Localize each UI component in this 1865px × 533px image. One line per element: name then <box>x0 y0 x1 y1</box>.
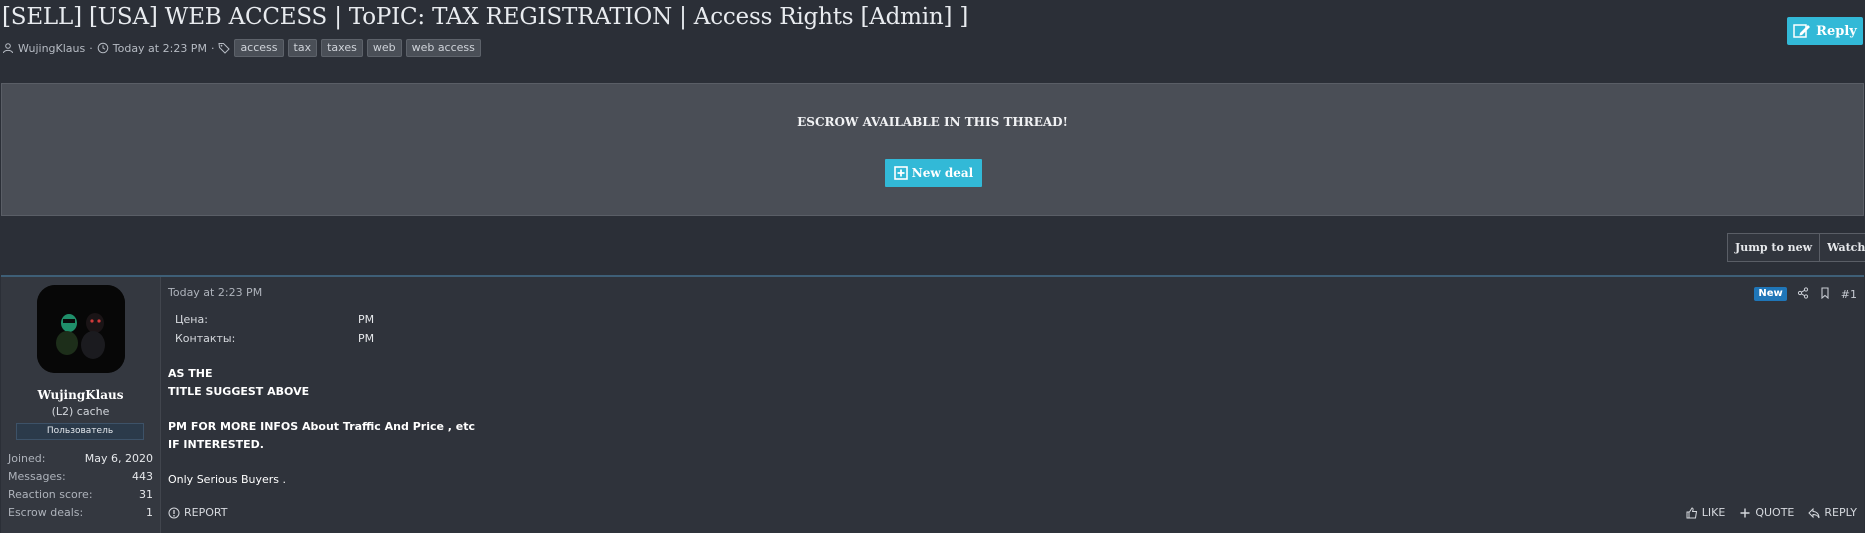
stat-joined: Joined: May 6, 2020 <box>8 450 153 468</box>
tag[interactable]: taxes <box>321 39 363 57</box>
clock-icon <box>97 42 109 54</box>
report-label: REPORT <box>184 506 228 519</box>
stat-value: 443 <box>132 470 153 483</box>
post: WujingKlaus (L2) cache Пользователь Join… <box>1 275 1864 533</box>
plus-icon <box>1740 508 1750 517</box>
reply-button-label: Reply <box>1816 23 1857 39</box>
thread-meta: WujingKlaus · Today at 2:23 PM · access … <box>2 39 481 57</box>
post-date[interactable]: Today at 2:23 PM <box>168 286 262 299</box>
like-button[interactable]: LIKE <box>1686 506 1726 519</box>
reply-arrow-icon <box>1808 507 1820 518</box>
stat-escrow-deals: Escrow deals: 1 <box>8 504 153 522</box>
reply-post-button[interactable]: REPLY <box>1808 506 1857 519</box>
stat-value: 1 <box>146 506 153 519</box>
thread-author[interactable]: WujingKlaus <box>18 42 85 55</box>
post-user-cell: WujingKlaus (L2) cache Пользователь Join… <box>1 277 161 533</box>
escrow-panel: ESCROW AVAILABLE IN THIS THREAD! New dea… <box>1 83 1864 216</box>
user-icon <box>2 42 14 54</box>
reply-label: REPLY <box>1824 506 1857 519</box>
tag[interactable]: access <box>234 39 284 57</box>
field-contacts: Контакты: PM <box>175 329 374 348</box>
reply-button[interactable]: Reply <box>1787 17 1863 45</box>
tag[interactable]: tax <box>287 39 318 57</box>
post-footer-actions: LIKE QUOTE REPLY <box>1686 506 1857 519</box>
body-line: IF INTERESTED. <box>168 438 264 451</box>
new-deal-button[interactable]: New deal <box>885 159 982 187</box>
stat-value: 31 <box>139 488 153 501</box>
stat-label: Messages: <box>8 470 66 483</box>
thread-title: [SELL] [USA] WEB ACCESS | ToPIC: TAX REG… <box>2 4 969 30</box>
like-label: LIKE <box>1701 506 1726 519</box>
field-value: PM <box>358 313 375 326</box>
thread-date[interactable]: Today at 2:23 PM <box>113 42 207 55</box>
avatar[interactable] <box>37 285 125 373</box>
share-icon[interactable] <box>1797 286 1809 302</box>
post-number[interactable]: #1 <box>1841 288 1857 301</box>
field-value: PM <box>358 332 375 345</box>
body-line: PM FOR MORE INFOS About Traffic And Pric… <box>168 420 476 433</box>
post-footer: REPORT LIKE QUOTE REPLY <box>168 506 1857 522</box>
quote-button[interactable]: QUOTE <box>1739 506 1794 519</box>
post-content: Today at 2:23 PM New #1 Цена: PM Контакт… <box>161 277 1864 533</box>
user-stats: Joined: May 6, 2020 Messages: 443 Reacti… <box>8 450 153 522</box>
field-label: Контакты: <box>175 332 236 345</box>
thread-controls: Jump to new Watch <box>1727 233 1865 262</box>
tag[interactable]: web <box>366 39 402 57</box>
stat-label: Reaction score: <box>8 488 93 501</box>
meta-separator: · <box>210 41 215 55</box>
user-group-badge: Пользователь <box>16 423 144 440</box>
stat-label: Joined: <box>8 452 46 465</box>
field-label: Цена: <box>175 313 208 326</box>
stat-reaction-score: Reaction score: 31 <box>8 486 153 504</box>
post-username[interactable]: WujingKlaus <box>1 388 160 402</box>
tags-icon <box>218 42 231 54</box>
tag[interactable]: web access <box>405 39 481 57</box>
thumbs-up-icon <box>1686 506 1697 518</box>
quote-label: QUOTE <box>1755 506 1795 519</box>
new-deal-label: New deal <box>911 166 974 180</box>
body-line: Only Serious Buyers . <box>168 473 286 486</box>
stat-value: May 6, 2020 <box>84 452 153 465</box>
jump-to-new-button[interactable]: Jump to new <box>1728 234 1819 261</box>
reply-edit-icon <box>1793 24 1811 38</box>
meta-separator: · <box>89 41 93 55</box>
post-body: AS THE TITLE SUGGEST ABOVE PM FOR MORE I… <box>168 365 968 489</box>
body-line: AS THE <box>168 367 213 380</box>
plus-square-icon <box>893 166 908 180</box>
stat-label: Escrow deals: <box>8 506 84 519</box>
watch-button[interactable]: Watch <box>1819 234 1865 261</box>
bookmark-icon[interactable] <box>1819 286 1831 302</box>
custom-fields: Цена: PM Контакты: PM <box>175 310 374 348</box>
escrow-title: ESCROW AVAILABLE IN THIS THREAD! <box>797 115 1068 129</box>
page: [SELL] [USA] WEB ACCESS | ToPIC: TAX REG… <box>0 0 1865 533</box>
body-line: TITLE SUGGEST ABOVE <box>168 385 310 398</box>
user-title: (L2) cache <box>51 405 110 418</box>
new-badge: New <box>1754 287 1787 301</box>
field-price: Цена: PM <box>175 310 374 329</box>
post-actions: New #1 <box>1754 286 1857 302</box>
report-link[interactable]: REPORT <box>168 506 227 519</box>
stat-messages: Messages: 443 <box>8 468 153 486</box>
report-icon <box>168 507 180 518</box>
